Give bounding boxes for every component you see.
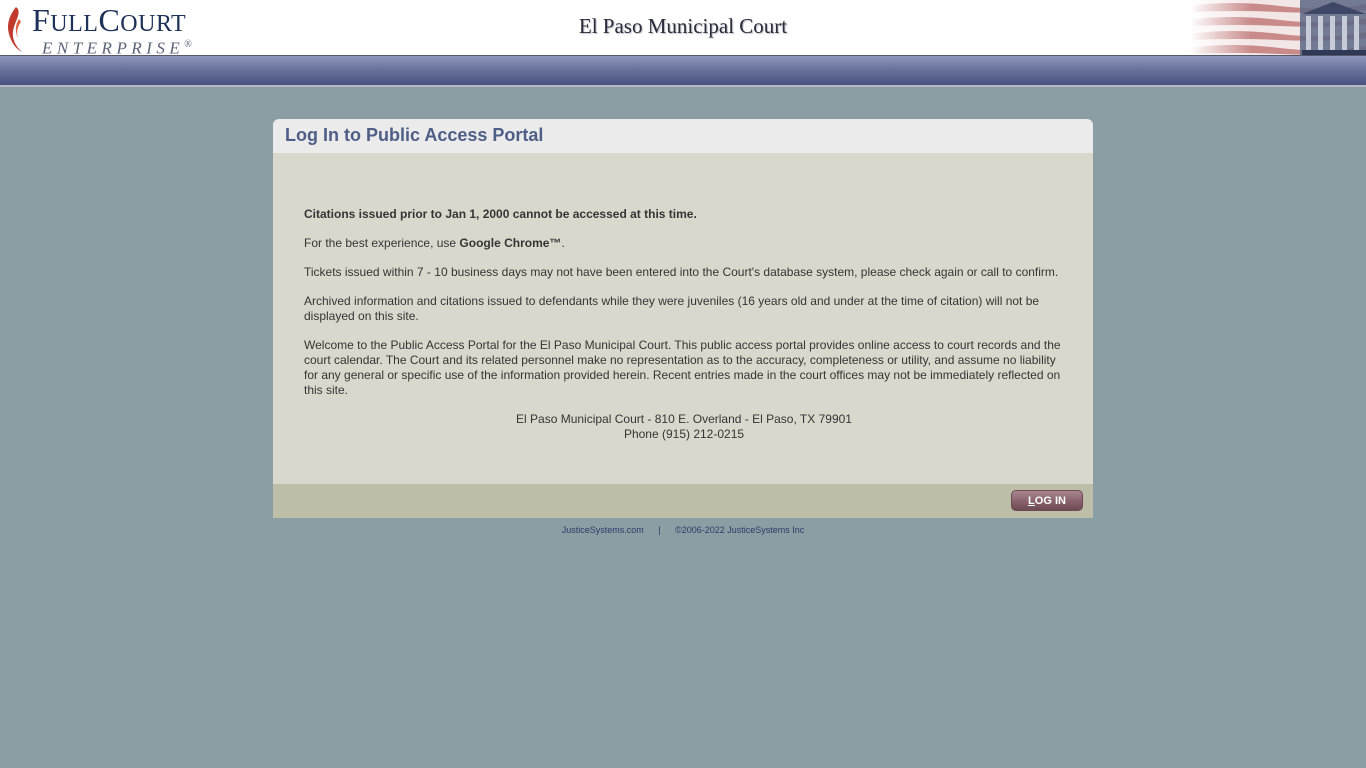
flag-courthouse-banner-icon — [1190, 0, 1366, 55]
welcome-disclaimer: Welcome to the Public Access Portal for … — [304, 338, 1061, 397]
footer-separator: | — [658, 525, 661, 535]
archived-notice: Archived information and citations issue… — [304, 294, 1040, 323]
justicesystems-link[interactable]: JusticeSystems.com — [562, 525, 644, 535]
login-button[interactable]: LOG IN — [1011, 490, 1083, 511]
court-phone: Phone (915) 212-0215 — [623, 427, 745, 441]
panel-title: Log In to Public Access Portal — [285, 125, 544, 145]
copyright-text: ©2006-2022 JusticeSystems Inc — [675, 525, 805, 535]
logo-subtitle: ENTERPRISE® — [42, 38, 192, 56]
tickets-notice: Tickets issued within 7 - 10 business da… — [304, 265, 1059, 279]
panel-header: Log In to Public Access Portal — [273, 119, 1093, 153]
notice-content: Citations issued prior to Jan 1, 2000 ca… — [304, 207, 1064, 442]
browser-recommendation: For the best experience, use Google Chro… — [304, 236, 565, 250]
court-title: El Paso Municipal Court — [578, 14, 788, 38]
header: FULLCOURT ENTERPRISE® El Paso Municipal … — [0, 0, 1366, 56]
court-address: El Paso Municipal Court - 810 E. Overlan… — [516, 412, 852, 426]
panel-footer: LOG IN — [273, 484, 1093, 518]
navigation-bar — [0, 56, 1366, 87]
login-panel: Log In to Public Access Portal Citations… — [273, 119, 1093, 518]
citation-notice: Citations issued prior to Jan 1, 2000 ca… — [304, 207, 697, 221]
page-footer: JusticeSystems.com | ©2006-2022 JusticeS… — [0, 525, 1366, 535]
panel-body: Citations issued prior to Jan 1, 2000 ca… — [273, 153, 1093, 484]
